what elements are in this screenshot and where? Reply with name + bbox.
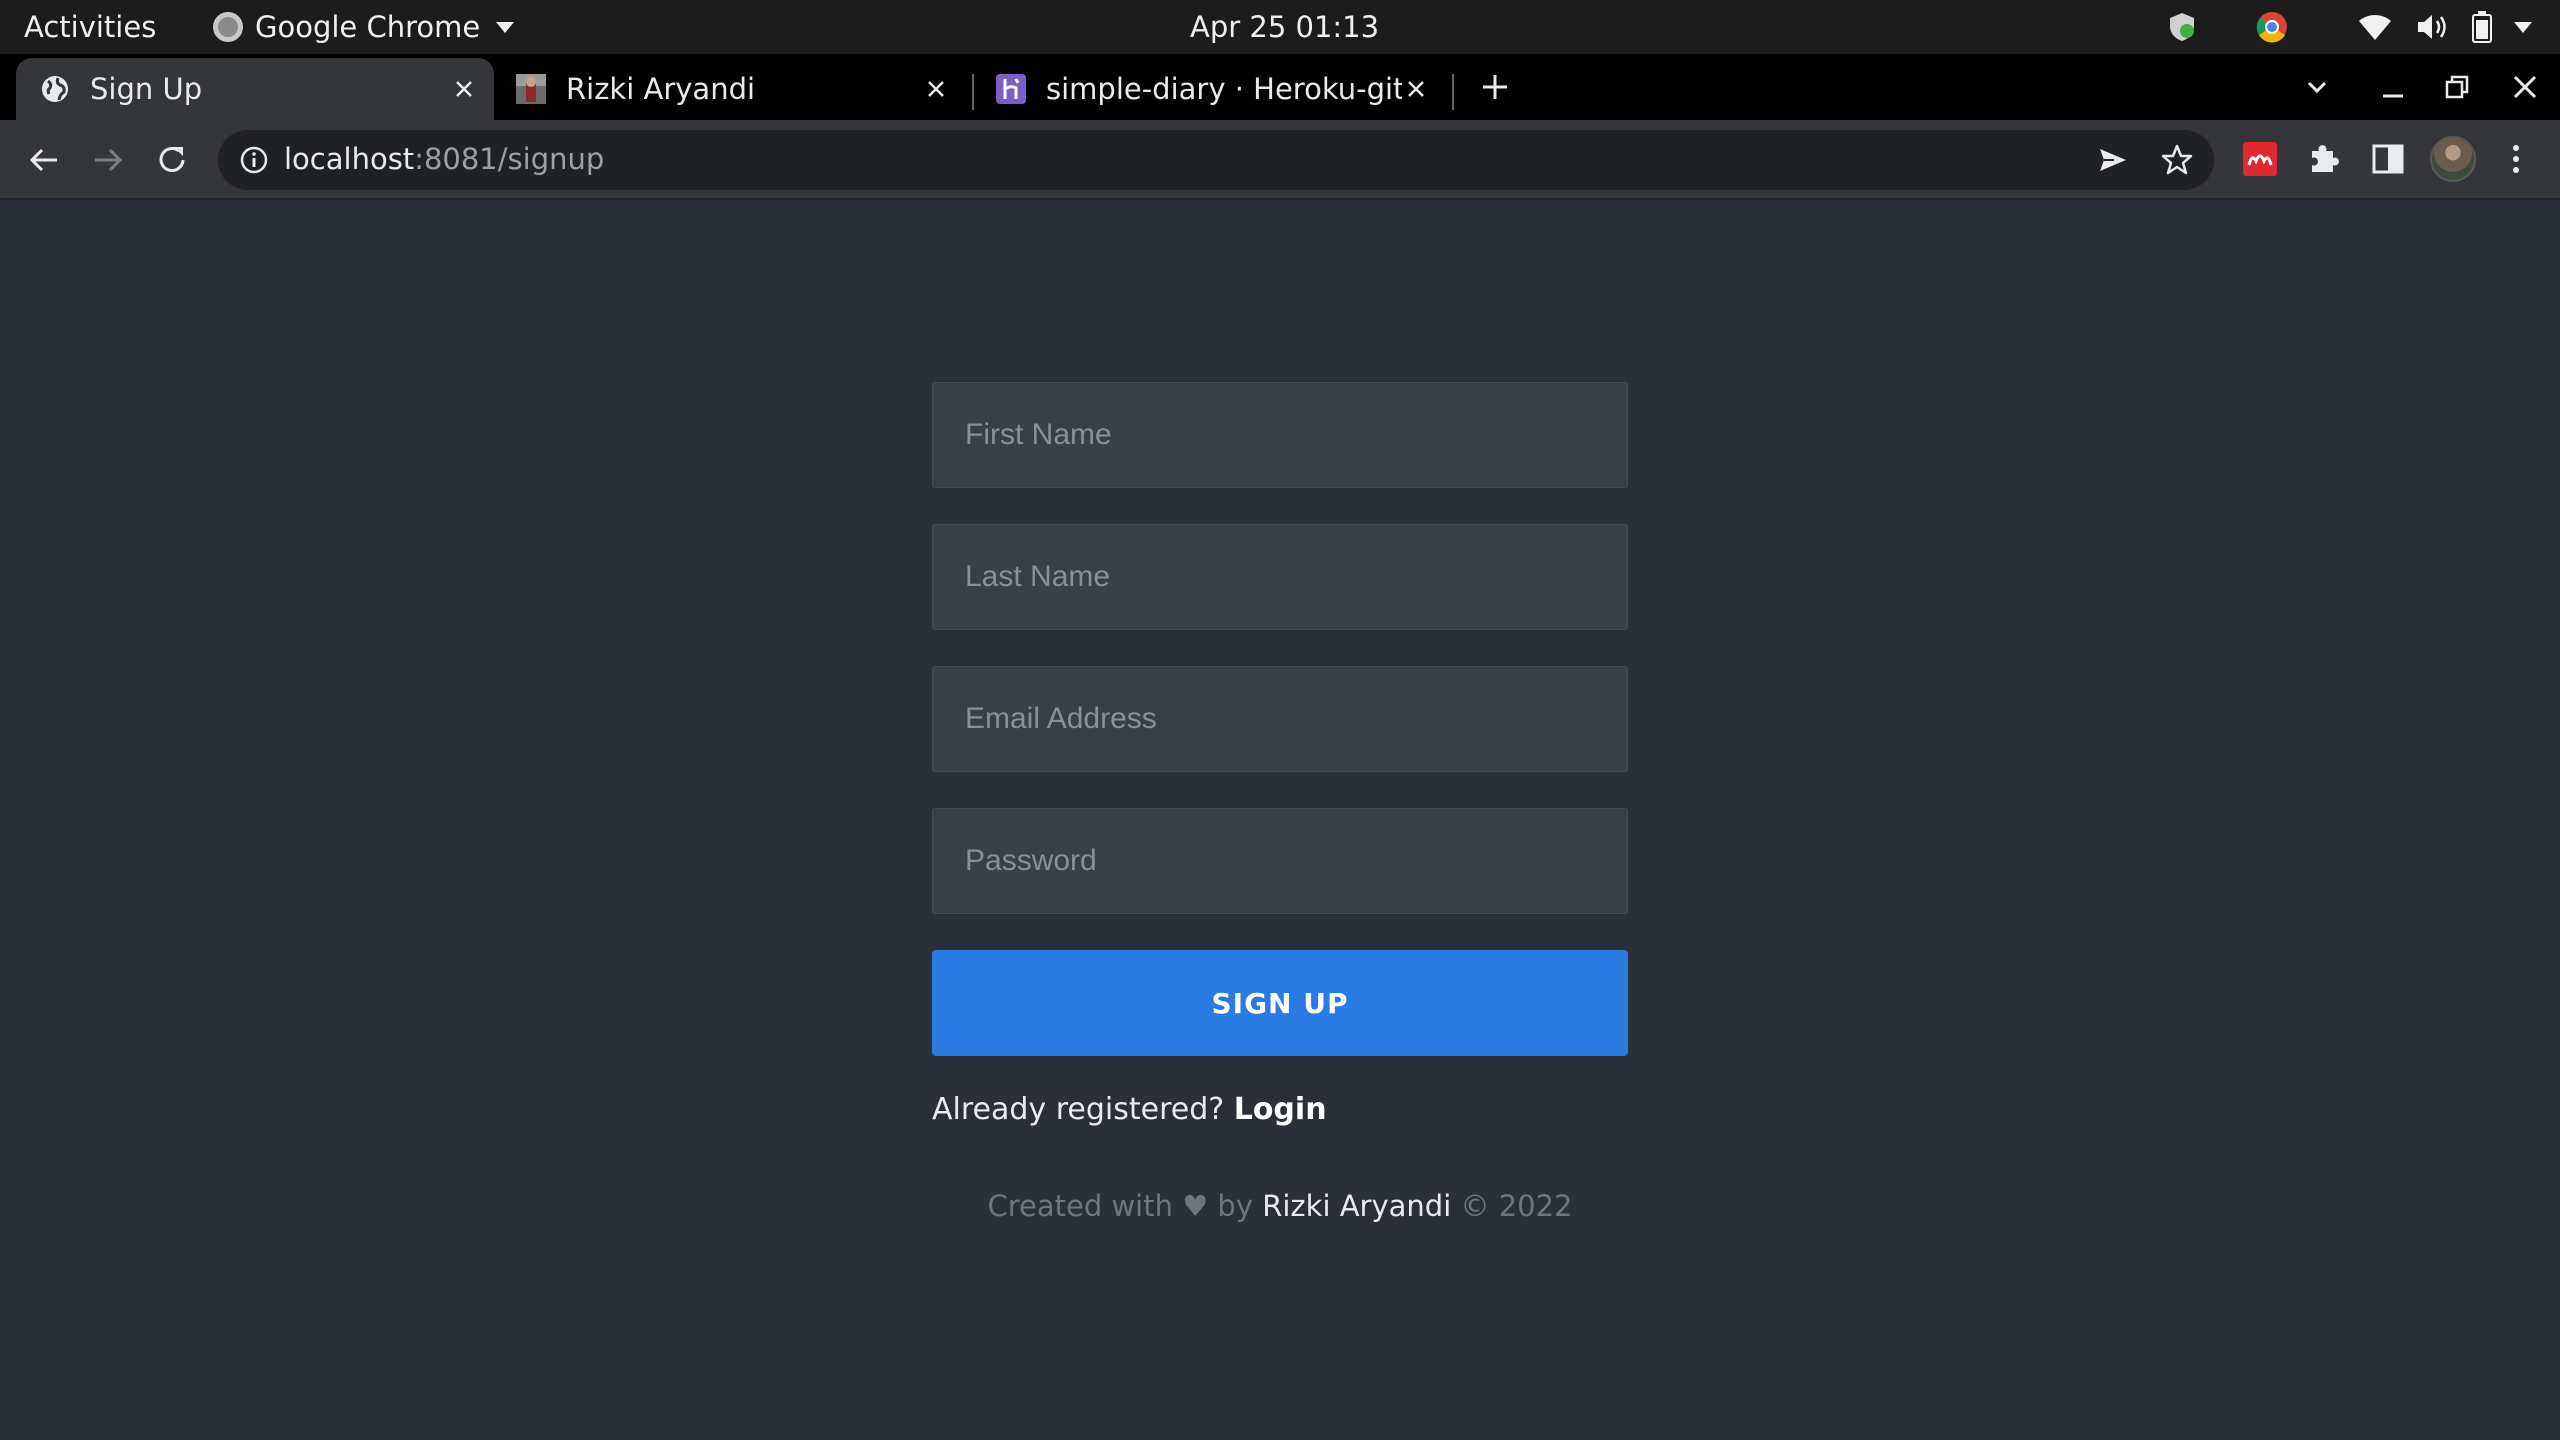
signup-form: SIGN UP Already registered? Login Create…	[932, 382, 1628, 1223]
new-tab-plus-icon[interactable]	[1478, 70, 1512, 104]
email-field[interactable]	[932, 666, 1628, 772]
tab-title: Sign Up	[90, 72, 203, 106]
send-tab-icon[interactable]	[2096, 143, 2130, 177]
chrome-tray-icon[interactable]	[2256, 11, 2288, 43]
footer-author: Rizki Aryandi	[1262, 1189, 1452, 1223]
first-name-field[interactable]	[932, 382, 1628, 488]
more-menu-icon[interactable]	[2496, 139, 2536, 179]
footer-credit: Created with ♥ by Rizki Aryandi © 2022	[932, 1189, 1628, 1223]
tab-search-chevron-icon[interactable]	[2300, 70, 2334, 104]
extensions-puzzle-icon[interactable]	[2304, 139, 2344, 179]
tab-sign-up[interactable]: Sign Up	[16, 58, 494, 120]
password-field[interactable]	[932, 808, 1628, 914]
restore-icon[interactable]	[2440, 70, 2474, 104]
caret-down-icon	[496, 21, 515, 33]
browser-toolbar: localhost:8081/signup	[0, 120, 2560, 200]
tab-separator	[972, 74, 974, 110]
volume-icon[interactable]	[2416, 12, 2450, 42]
url-path: :8081/signup	[414, 142, 605, 176]
login-link[interactable]: Login	[1234, 1092, 1327, 1127]
system-top-bar: Activities Google Chrome Apr 25 01:13	[0, 0, 2560, 54]
bookmark-star-icon[interactable]	[2160, 143, 2194, 177]
app-menu[interactable]: Google Chrome	[213, 10, 515, 44]
app-menu-label: Google Chrome	[255, 10, 481, 44]
tab-separator	[1452, 74, 1454, 110]
url-text[interactable]: localhost:8081/signup	[284, 142, 604, 176]
battery-icon[interactable]	[2472, 11, 2492, 43]
shield-icon[interactable]	[2168, 12, 2196, 42]
close-window-icon[interactable]	[2508, 70, 2542, 104]
system-tray[interactable]	[2168, 8, 2532, 46]
profile-thumbnail-icon	[516, 74, 546, 104]
footer-prefix: Created with ♥ by	[987, 1189, 1263, 1223]
tab-title: Rizki Aryandi	[566, 72, 756, 106]
back-arrow-icon[interactable]	[24, 140, 64, 180]
last-name-field[interactable]	[932, 524, 1628, 630]
profile-avatar[interactable]	[2430, 136, 2476, 182]
footer-suffix: © 2022	[1451, 1189, 1573, 1223]
close-icon[interactable]	[450, 75, 478, 103]
tab-title: simple-diary · Heroku-git |	[1046, 72, 1402, 106]
site-info-icon[interactable]	[238, 144, 270, 176]
minimize-icon[interactable]	[2376, 70, 2410, 104]
close-icon[interactable]	[1402, 75, 1430, 103]
activities-button[interactable]: Activities	[24, 10, 156, 44]
extension-red-icon[interactable]	[2240, 139, 2280, 179]
url-host: localhost	[284, 142, 415, 176]
close-icon[interactable]	[922, 75, 950, 103]
system-menu-caret-icon[interactable]	[2514, 21, 2532, 33]
login-prompt-text: Already registered?	[932, 1092, 1234, 1127]
globe-icon	[42, 76, 68, 102]
forward-arrow-icon[interactable]	[88, 140, 128, 180]
chrome-app-icon	[213, 12, 243, 42]
address-bar[interactable]: localhost:8081/signup	[218, 130, 2214, 190]
clock[interactable]: Apr 25 01:13	[1190, 10, 1379, 44]
page-content: SIGN UP Already registered? Login Create…	[0, 202, 2560, 1440]
wifi-icon[interactable]	[2358, 13, 2392, 41]
tab-simple-diary-heroku[interactable]: simple-diary · Heroku-git |	[992, 58, 1446, 120]
side-panel-icon[interactable]	[2368, 139, 2408, 179]
reload-icon[interactable]	[152, 140, 192, 180]
tab-rizki-aryandi[interactable]: Rizki Aryandi	[512, 58, 966, 120]
login-prompt: Already registered? Login	[932, 1092, 1628, 1127]
tab-strip: Sign Up Rizki Aryandi simple-diary · Her…	[0, 54, 2560, 120]
heroku-icon	[996, 74, 1026, 104]
sign-up-button[interactable]: SIGN UP	[932, 950, 1628, 1056]
